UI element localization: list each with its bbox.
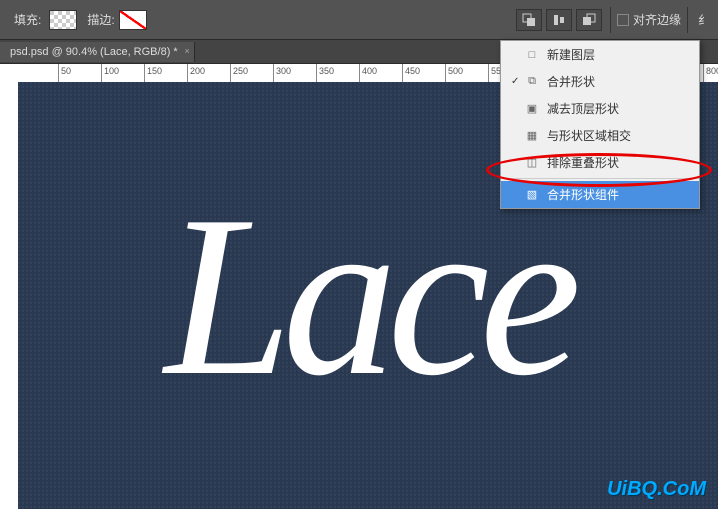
ruler-tick: 100	[101, 64, 119, 82]
align-edges-label: 对齐边缘	[633, 11, 681, 28]
tab-title: psd.psd @ 90.4% (Lace, RGB/8) *	[10, 46, 178, 58]
lace-text-layer[interactable]: Lace	[164, 181, 571, 411]
menu-separator	[501, 178, 699, 179]
watermark: UiBQ.CoM	[607, 478, 706, 501]
menu-item-exclude[interactable]: ◫ 排除重叠形状	[501, 149, 699, 176]
ruler-tick: 200	[187, 64, 205, 82]
menu-item-merge-components[interactable]: ▧ 合并形状组件	[501, 181, 699, 208]
path-arrange-button[interactable]	[576, 9, 602, 31]
ruler-tick: 150	[144, 64, 162, 82]
new-layer-icon: □	[525, 48, 539, 62]
fill-swatch[interactable]	[49, 10, 77, 30]
options-bar: 填充: 描边: 对齐边缘 纟	[0, 0, 718, 40]
merge-icon: ▧	[525, 188, 539, 202]
ruler-tick: 300	[273, 64, 291, 82]
menu-label: 减去顶层形状	[547, 100, 619, 117]
exclude-icon: ◫	[525, 156, 539, 170]
menu-label: 合并形状	[547, 73, 595, 90]
toolbar-divider-2	[687, 7, 688, 33]
stroke-label: 描边:	[87, 11, 114, 28]
path-operations-menu: □ 新建图层 ✓ ⧉ 合并形状 ▣ 减去顶层形状 ▦ 与形状区域相交 ◫ 排除重…	[500, 40, 700, 209]
ruler-tick: 450	[402, 64, 420, 82]
path-align-button[interactable]	[546, 9, 572, 31]
ruler-tick: 50	[58, 64, 71, 82]
subtract-icon: ▣	[525, 102, 539, 116]
path-ops-button[interactable]	[516, 9, 542, 31]
check-icon: ✓	[511, 76, 521, 87]
menu-item-intersect[interactable]: ▦ 与形状区域相交	[501, 122, 699, 149]
ruler-tick: 350	[316, 64, 334, 82]
overflow-label: 纟	[698, 11, 710, 28]
menu-item-combine[interactable]: ✓ ⧉ 合并形状	[501, 68, 699, 95]
ruler-tick: 800	[703, 64, 718, 82]
menu-item-subtract[interactable]: ▣ 减去顶层形状	[501, 95, 699, 122]
menu-label: 排除重叠形状	[547, 154, 619, 171]
toolbar-divider	[610, 7, 611, 33]
combine-icon: ⧉	[525, 75, 539, 89]
close-icon[interactable]: ×	[184, 46, 189, 56]
menu-label: 新建图层	[547, 46, 595, 63]
menu-item-new-layer[interactable]: □ 新建图层	[501, 41, 699, 68]
menu-label: 合并形状组件	[547, 186, 619, 203]
vertical-ruler	[0, 82, 18, 509]
ruler-tick: 400	[359, 64, 377, 82]
ruler-tick: 250	[230, 64, 248, 82]
ruler-tick: 500	[445, 64, 463, 82]
align-edges-checkbox[interactable]	[617, 14, 629, 26]
menu-label: 与形状区域相交	[547, 127, 631, 144]
fill-label: 填充:	[14, 11, 41, 28]
document-tab[interactable]: psd.psd @ 90.4% (Lace, RGB/8) * ×	[0, 42, 195, 62]
intersect-icon: ▦	[525, 129, 539, 143]
stroke-swatch[interactable]	[119, 10, 147, 30]
